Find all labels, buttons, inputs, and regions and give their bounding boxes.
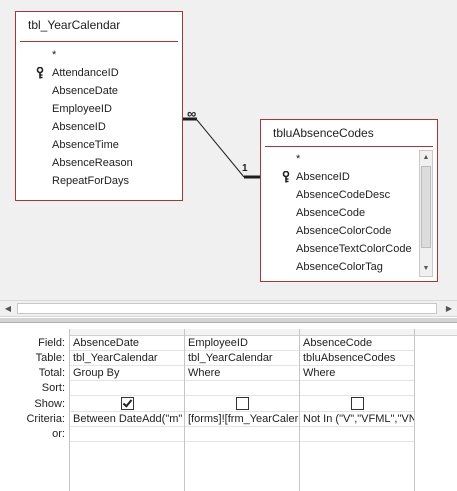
primary-key-icon: [36, 67, 44, 79]
or-cell[interactable]: [70, 427, 184, 442]
show-checkbox[interactable]: [235, 397, 249, 410]
table-cell[interactable]: tbluAbsenceCodes: [300, 351, 414, 366]
field-name: AbsenceDate: [52, 85, 119, 97]
query-design-grid[interactable]: Field: Table: Total: Sort: Show: Criteri…: [0, 323, 457, 491]
field-cell[interactable]: EmployeeID: [185, 336, 299, 351]
sort-cell[interactable]: [300, 381, 414, 396]
row-label-or: or:: [52, 428, 65, 440]
table-cell[interactable]: tbl_YearCalendar: [70, 351, 184, 366]
show-cell[interactable]: [300, 396, 414, 412]
field-name: EmployeeID: [52, 103, 112, 115]
field-name: AbsenceReason: [52, 157, 133, 169]
table-box-tblu-absencecodes[interactable]: tbluAbsenceCodes * AbsenceID AbsenceCode…: [260, 119, 438, 282]
field-item[interactable]: RepeatForDays: [16, 172, 182, 190]
field-name: AbsenceColorCode: [296, 225, 392, 237]
field-name: AbsenceColorTag: [296, 261, 383, 273]
field-cell[interactable]: AbsenceDate: [70, 336, 184, 351]
row-label-field: Field:: [38, 337, 65, 349]
column-selector[interactable]: [415, 329, 457, 336]
row-label-show: Show:: [34, 398, 65, 410]
field-item[interactable]: EmployeeID: [16, 100, 182, 118]
one-side-label: 1: [242, 163, 248, 174]
field-list-scrollbar[interactable]: ▲ ▼: [419, 150, 433, 277]
grid-column[interactable]: AbsenceDate tbl_YearCalendar Group By Be…: [69, 329, 184, 491]
scroll-thumb[interactable]: [421, 166, 431, 248]
field-item[interactable]: AbsenceReason: [16, 154, 182, 172]
field-name: AbsenceCode: [296, 207, 366, 219]
scroll-down-arrow-icon[interactable]: ▼: [420, 262, 432, 276]
or-cell[interactable]: [300, 427, 414, 442]
total-cell[interactable]: Where: [185, 366, 299, 381]
grid-column-empty[interactable]: [414, 329, 457, 491]
field-item[interactable]: *: [16, 46, 182, 64]
scroll-right-arrow-icon[interactable]: ▶: [441, 301, 457, 316]
field-name: AbsenceTime: [52, 139, 119, 151]
total-cell[interactable]: Where: [300, 366, 414, 381]
criteria-cell[interactable]: Not In ("V","VFML","VN: [300, 412, 414, 427]
field-item[interactable]: AbsenceID: [16, 118, 182, 136]
row-label-sort: Sort:: [41, 382, 65, 394]
field-list[interactable]: * AbsenceID AbsenceCodeDesc AbsenceCode …: [261, 150, 437, 276]
title-divider: [265, 146, 433, 147]
checkmark-icon: [122, 397, 132, 408]
column-selector[interactable]: [185, 329, 299, 336]
grid-row-headers: Field: Table: Total: Sort: Show: Criteri…: [0, 336, 68, 442]
field-item[interactable]: AbsenceCode: [261, 204, 420, 222]
show-checkbox[interactable]: [350, 397, 364, 410]
field-list[interactable]: * AttendanceID AbsenceDate EmployeeID Ab…: [16, 46, 182, 190]
show-checkbox[interactable]: [120, 397, 134, 410]
criteria-cell[interactable]: [forms]![frm_YearCaler: [185, 412, 299, 427]
field-item[interactable]: AbsenceTextColorCode: [261, 240, 420, 258]
row-label-total: Total:: [38, 367, 65, 379]
table-title[interactable]: tbl_YearCalendar: [16, 12, 182, 38]
field-item[interactable]: AbsenceCodeDesc: [261, 186, 420, 204]
field-item[interactable]: AbsenceDate: [16, 82, 182, 100]
scroll-thumb[interactable]: [17, 303, 437, 314]
total-cell[interactable]: Group By: [70, 366, 184, 381]
scroll-up-arrow-icon[interactable]: ▲: [420, 151, 432, 165]
grid-column[interactable]: AbsenceCode tbluAbsenceCodes Where Not I…: [299, 329, 414, 491]
field-name: AttendanceID: [52, 67, 119, 79]
column-selector[interactable]: [300, 329, 414, 336]
field-item[interactable]: AbsenceColorTag: [261, 258, 420, 276]
grid-column[interactable]: EmployeeID tbl_YearCalendar Where [forms…: [184, 329, 299, 491]
field-name: *: [52, 49, 57, 61]
primary-key-icon: [282, 171, 290, 183]
row-label-criteria: Criteria:: [26, 413, 65, 425]
column-selector[interactable]: [70, 329, 184, 336]
field-name: RepeatForDays: [52, 175, 130, 187]
or-cell[interactable]: [185, 427, 299, 442]
field-name: *: [296, 153, 301, 165]
scroll-left-arrow-icon[interactable]: ◀: [0, 301, 16, 316]
field-name: AbsenceID: [52, 121, 106, 133]
many-side-label: ∞: [187, 106, 197, 121]
sort-cell[interactable]: [70, 381, 184, 396]
field-item[interactable]: AttendanceID: [16, 64, 182, 82]
table-title[interactable]: tbluAbsenceCodes: [261, 120, 437, 146]
sort-cell[interactable]: [185, 381, 299, 396]
show-cell[interactable]: [185, 396, 299, 412]
show-cell[interactable]: [70, 396, 184, 412]
table-box-tbl-yearcalendar[interactable]: tbl_YearCalendar * AttendanceID AbsenceD…: [15, 11, 183, 201]
field-name: AbsenceID: [296, 171, 350, 183]
field-item[interactable]: AbsenceColorCode: [261, 222, 420, 240]
title-divider: [20, 41, 178, 42]
field-name: AbsenceCodeDesc: [296, 189, 391, 201]
field-item[interactable]: AbsenceID: [261, 168, 420, 186]
field-cell[interactable]: AbsenceCode: [300, 336, 414, 351]
row-label-table: Table:: [35, 352, 65, 364]
field-item[interactable]: *: [261, 150, 420, 168]
table-cell[interactable]: tbl_YearCalendar: [185, 351, 299, 366]
diagram-horizontal-scrollbar[interactable]: ◀ ▶: [0, 300, 457, 317]
criteria-cell[interactable]: Between DateAdd("m": [70, 412, 184, 427]
field-name: AbsenceTextColorCode: [296, 243, 412, 255]
query-diagram-pane[interactable]: ∞ 1 tbl_YearCalendar * AttendanceID Abse…: [0, 0, 457, 300]
field-item[interactable]: AbsenceTime: [16, 136, 182, 154]
